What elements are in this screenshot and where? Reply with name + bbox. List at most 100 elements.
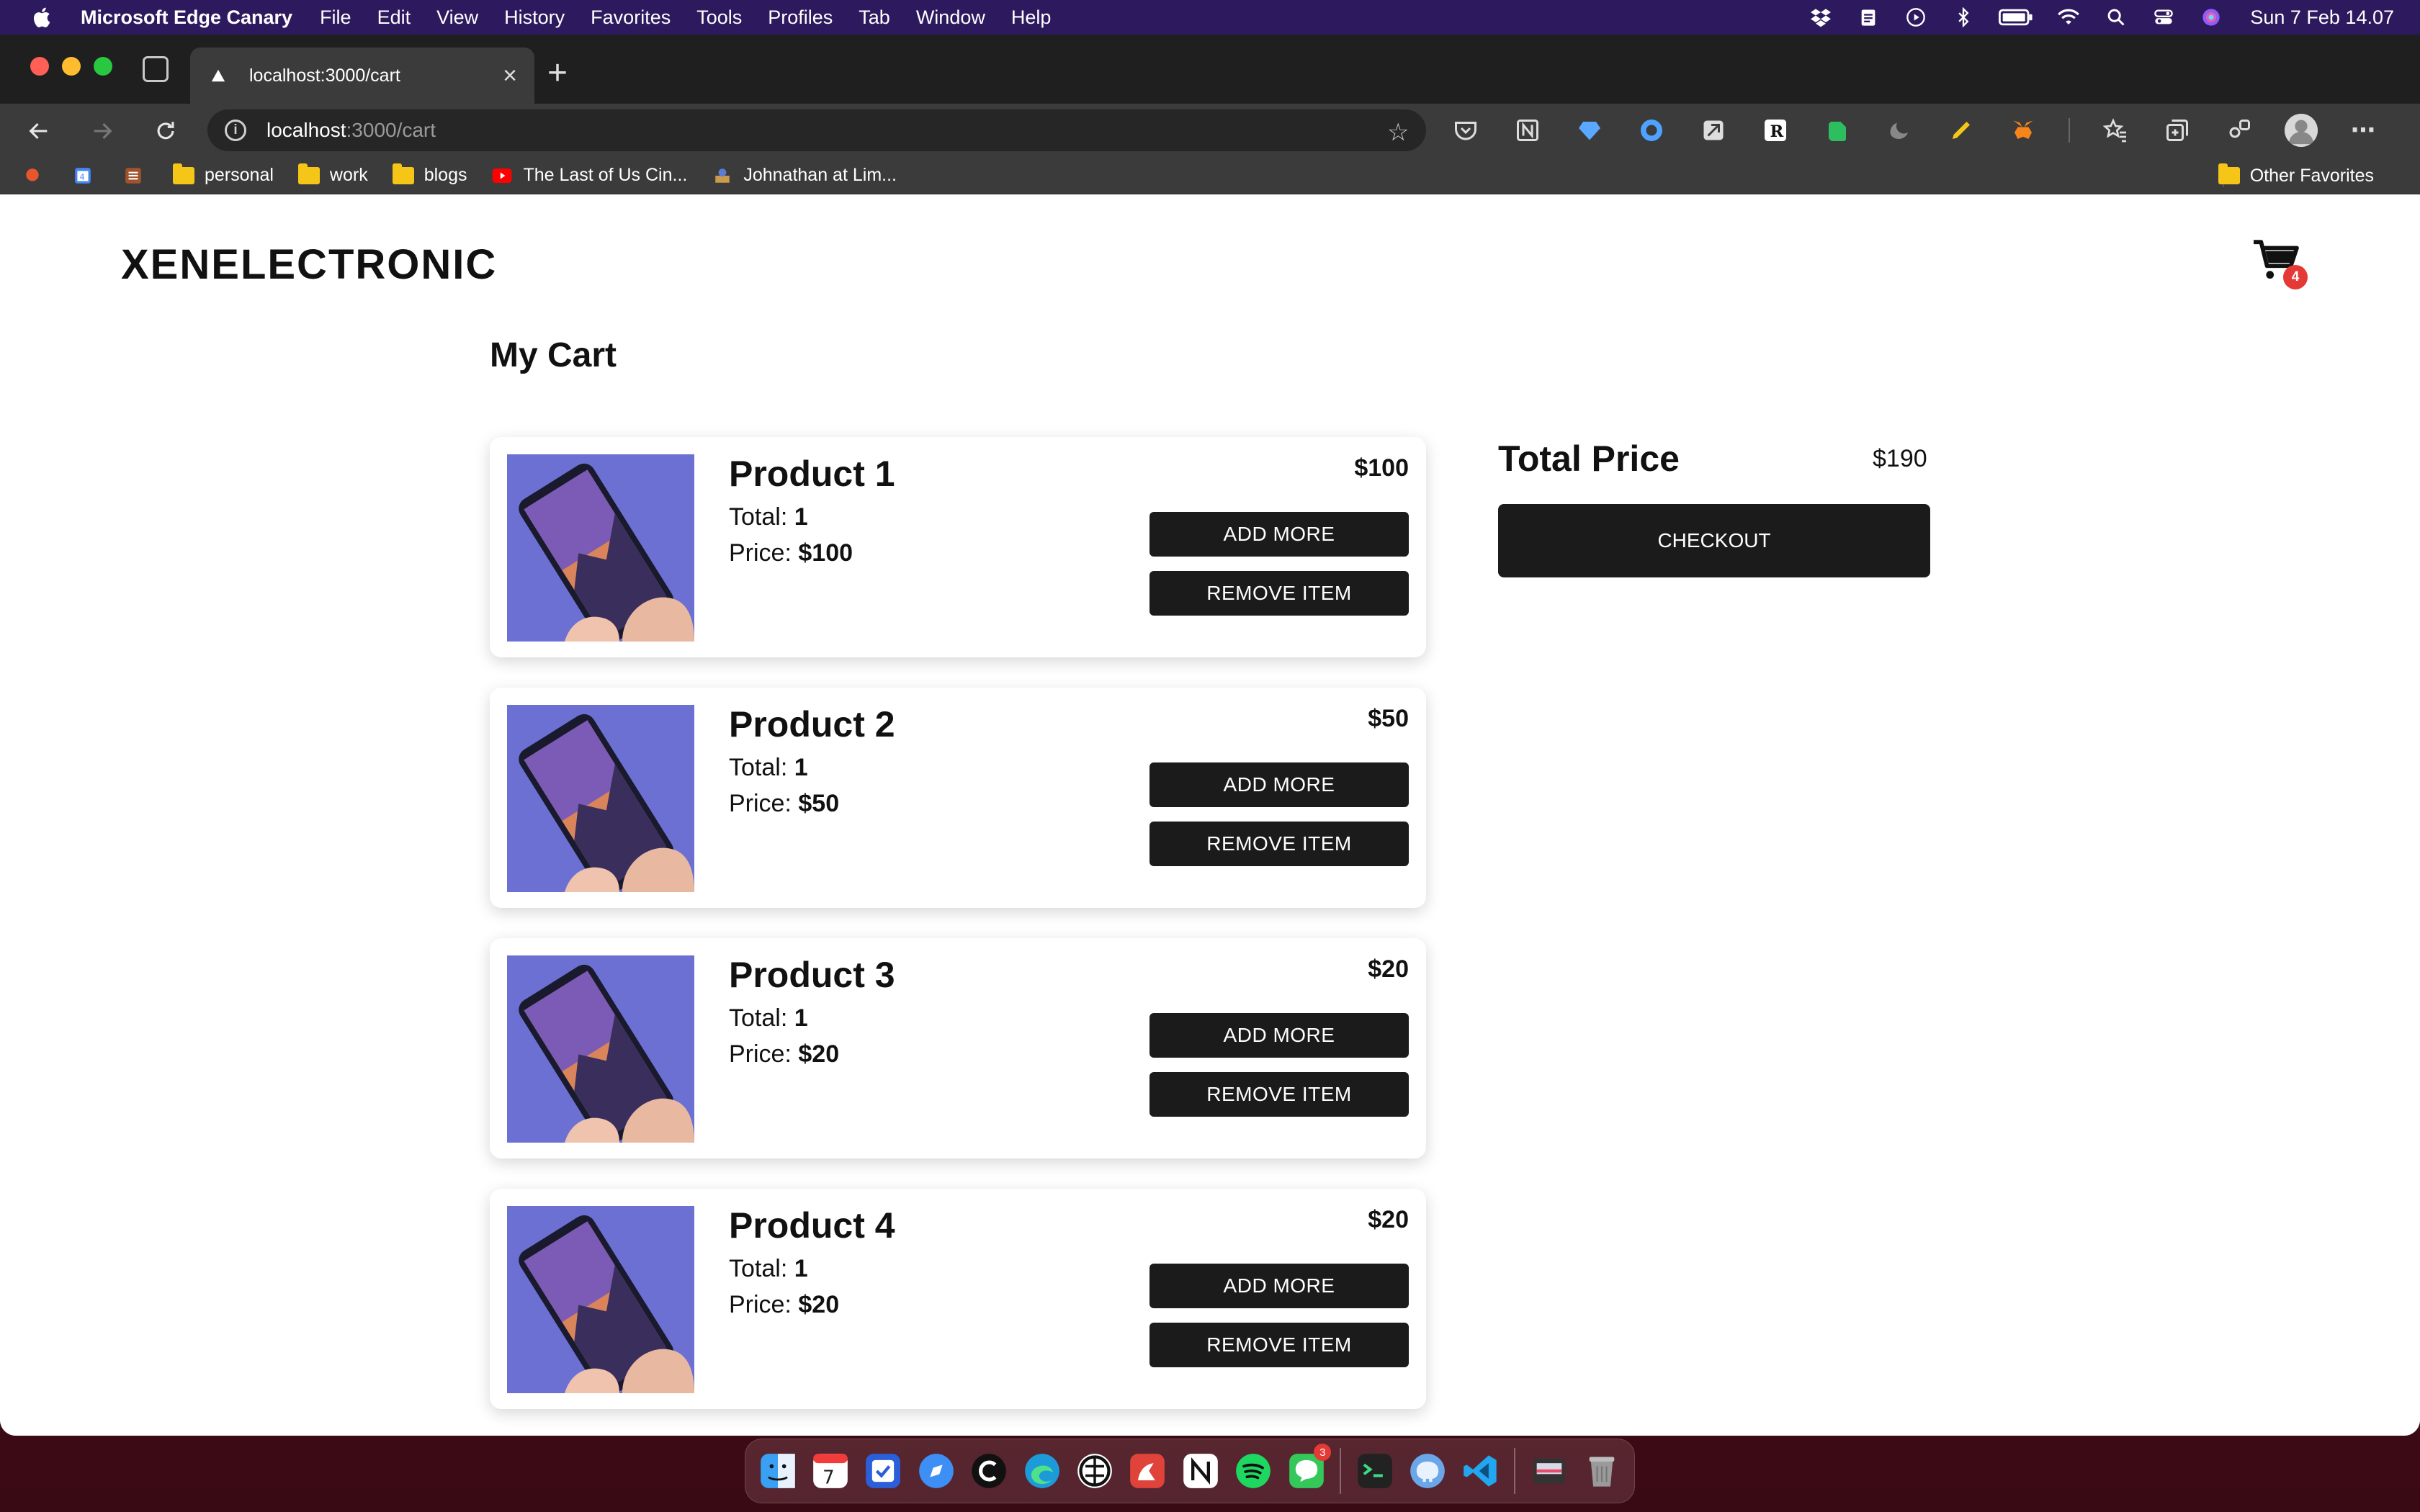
bookmark-octopus[interactable]: [22, 166, 53, 185]
menu-view[interactable]: View: [436, 6, 478, 29]
quantity-value: 1: [794, 1004, 808, 1032]
vscode-icon[interactable]: [1458, 1448, 1502, 1494]
cart-item-card: Product 2 Total: 1 Price: $50 $50 ADD MO…: [490, 688, 1426, 908]
apple-menu-icon[interactable]: [30, 5, 52, 30]
remove-item-button[interactable]: REMOVE ITEM: [1150, 1323, 1409, 1367]
site-info-icon[interactable]: i: [225, 120, 246, 141]
menu-tab[interactable]: Tab: [859, 6, 890, 29]
tab-actions-icon[interactable]: [143, 56, 169, 82]
add-favorite-icon[interactable]: ☆: [1387, 118, 1413, 146]
extensions-bar: R ⋯: [1449, 114, 2380, 147]
add-more-button[interactable]: ADD MORE: [1150, 512, 1409, 557]
dock-divider: [1340, 1448, 1342, 1494]
evernote-icon[interactable]: [1821, 114, 1854, 147]
highlighter-icon[interactable]: [1945, 114, 1978, 147]
menu-favorites[interactable]: Favorites: [591, 6, 671, 29]
price-label: Price:: [729, 1291, 792, 1318]
menu-window[interactable]: Window: [916, 6, 985, 29]
remove-item-button[interactable]: REMOVE ITEM: [1150, 822, 1409, 866]
trash-icon[interactable]: [1580, 1448, 1624, 1494]
bookmark-last-of-us[interactable]: The Last of Us Cin...: [491, 165, 687, 186]
wifi-icon[interactable]: [2056, 6, 2081, 28]
close-tab-icon[interactable]: ×: [503, 62, 517, 90]
cart-item-card: Product 1 Total: 1 Price: $100 $100 ADD …: [490, 437, 1426, 657]
back-icon[interactable]: [22, 114, 56, 148]
ios-app-icon[interactable]: [1072, 1448, 1116, 1494]
edge-canary-icon[interactable]: [1020, 1448, 1064, 1494]
zoom-window-button[interactable]: [94, 57, 112, 76]
battery-icon[interactable]: [1998, 6, 2034, 28]
bluetooth-icon[interactable]: [1950, 6, 1976, 28]
menu-profiles[interactable]: Profiles: [768, 6, 833, 29]
youtube-icon: [491, 166, 513, 185]
downloads-stack-icon[interactable]: [1527, 1448, 1571, 1494]
product-image: [507, 454, 694, 642]
safari-icon[interactable]: [914, 1448, 958, 1494]
grammar-icon[interactable]: [1635, 114, 1668, 147]
bookmark-personal[interactable]: personal: [173, 163, 274, 186]
calendar-icon[interactable]: 7: [808, 1448, 852, 1494]
clipboard-icon[interactable]: [1855, 6, 1881, 28]
remove-item-button[interactable]: REMOVE ITEM: [1150, 571, 1409, 616]
notion-icon[interactable]: [1511, 114, 1544, 147]
new-tab-icon[interactable]: +: [547, 53, 568, 93]
metamask-icon[interactable]: [2007, 114, 2040, 147]
bookmark-johnathan[interactable]: Johnathan at Lim...: [712, 165, 897, 186]
cart-button[interactable]: 4: [2251, 238, 2309, 291]
more-options-icon[interactable]: ⋯: [2347, 114, 2380, 147]
forward-icon[interactable]: [85, 114, 120, 148]
bear-notes-icon[interactable]: [1126, 1448, 1170, 1494]
menu-tools[interactable]: Tools: [696, 6, 742, 29]
menu-help[interactable]: Help: [1011, 6, 1052, 29]
add-more-button[interactable]: ADD MORE: [1150, 1264, 1409, 1308]
address-bar[interactable]: i localhost:3000/cart ☆: [207, 109, 1426, 151]
control-center-icon[interactable]: [2151, 6, 2177, 28]
checkout-button[interactable]: CHECKOUT: [1498, 504, 1930, 577]
share-icon[interactable]: [2223, 114, 2256, 147]
app-name-menu[interactable]: Microsoft Edge Canary: [81, 6, 292, 29]
siri-icon[interactable]: [2198, 6, 2224, 28]
readwise-icon[interactable]: R: [1759, 114, 1792, 147]
dock-divider: [1514, 1448, 1516, 1494]
bookmark-calendar[interactable]: 4: [72, 166, 104, 185]
add-more-button[interactable]: ADD MORE: [1150, 762, 1409, 807]
menu-history[interactable]: History: [504, 6, 565, 29]
terminal-icon[interactable]: [1353, 1448, 1397, 1494]
tab-cart[interactable]: localhost:3000/cart ×: [190, 48, 534, 104]
bookmark-blogs[interactable]: blogs: [392, 163, 467, 186]
diamond-icon[interactable]: [1573, 114, 1606, 147]
favorites-icon[interactable]: [2099, 114, 2132, 147]
reload-icon[interactable]: [148, 114, 183, 148]
moon-icon[interactable]: [1883, 114, 1916, 147]
quantity-value: 1: [794, 754, 808, 781]
product-unit-price: Price: $100: [729, 539, 853, 567]
spotify-icon[interactable]: [1232, 1448, 1276, 1494]
collections-icon[interactable]: [2161, 114, 2194, 147]
tableplus-icon[interactable]: [1406, 1448, 1450, 1494]
notion-app-icon[interactable]: [1178, 1448, 1222, 1494]
toolbar-divider: [2069, 118, 2070, 143]
cursor-app-icon[interactable]: [967, 1448, 1011, 1494]
messages-icon[interactable]: 3: [1284, 1444, 1332, 1494]
menu-file[interactable]: File: [320, 6, 351, 29]
send-icon[interactable]: [1697, 114, 1730, 147]
tasks-icon[interactable]: [861, 1448, 905, 1494]
menu-edit[interactable]: Edit: [377, 6, 411, 29]
add-more-button[interactable]: ADD MORE: [1150, 1013, 1409, 1058]
cart-item-card: Product 3 Total: 1 Price: $20 $20 ADD MO…: [490, 938, 1426, 1158]
minimize-window-button[interactable]: [62, 57, 81, 76]
profile-avatar[interactable]: [2285, 114, 2318, 147]
finder-icon[interactable]: [756, 1448, 799, 1494]
play-icon[interactable]: [1903, 6, 1929, 28]
pocket-icon[interactable]: [1449, 114, 1482, 147]
site-logo[interactable]: XENELECTRONIC: [121, 240, 497, 289]
dropbox-icon[interactable]: [1808, 6, 1834, 28]
bookmark-other-favorites[interactable]: Other Favorites: [2218, 157, 2374, 194]
remove-item-button[interactable]: REMOVE ITEM: [1150, 1072, 1409, 1117]
bookmark-work[interactable]: work: [297, 163, 368, 186]
spotlight-search-icon[interactable]: [2103, 6, 2129, 28]
close-window-button[interactable]: [30, 57, 49, 76]
bookmark-tracker[interactable]: [122, 166, 154, 185]
menubar-clock[interactable]: Sun 7 Feb 14.07: [2250, 6, 2394, 29]
folder-icon: [392, 163, 414, 185]
